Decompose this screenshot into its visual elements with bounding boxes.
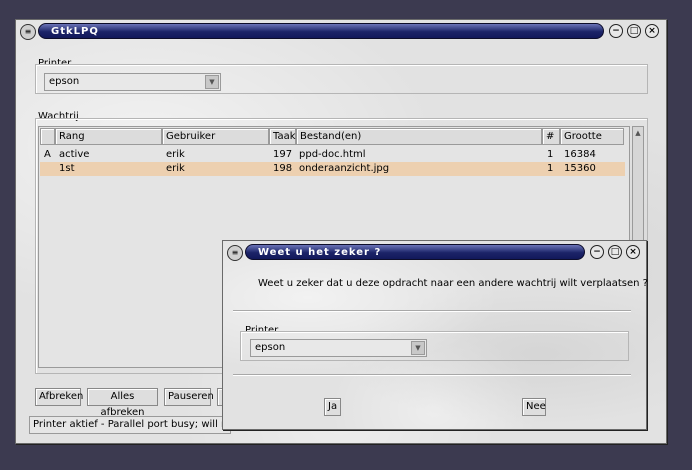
dropdown-arrow-icon[interactable]: ▼	[205, 75, 219, 89]
window-menu-icon[interactable]: ≡	[20, 24, 36, 40]
printer-select[interactable]: epson ▼	[44, 73, 221, 91]
dialog-titlebar[interactable]: ≡ Weet u het zeker ? − □ ×	[223, 241, 646, 263]
close-icon[interactable]: ×	[626, 245, 640, 259]
dialog-printer-select[interactable]: epson ▼	[250, 339, 427, 357]
cancel-job-button[interactable]: Afbreken	[35, 388, 83, 406]
minimize-icon[interactable]: −	[590, 245, 604, 259]
printer-select-value: epson	[49, 76, 80, 87]
job-user: erik	[166, 163, 185, 174]
main-titlebar[interactable]: ≡ GtkLPQ − □ ×	[16, 20, 666, 42]
maximize-icon[interactable]: □	[608, 245, 622, 259]
job-copies: 1	[547, 149, 554, 160]
dialog-title: Weet u het zeker ?	[245, 244, 585, 260]
status-bar: Printer aktief - Parallel port busy; wil…	[29, 416, 231, 434]
job-user: erik	[166, 149, 185, 160]
dialog-question: Weet u zeker dat u deze opdracht naar ee…	[258, 278, 648, 289]
confirm-dialog: ≡ Weet u het zeker ? − □ × Weet u zeker …	[222, 240, 648, 430]
scroll-up-icon[interactable]: ▲	[633, 127, 643, 139]
table-row-selected[interactable]: 1st erik 198 onderaanzicht.jpg 1 15360	[40, 162, 625, 176]
yes-button[interactable]: Ja	[324, 398, 341, 416]
dialog-separator	[233, 310, 631, 312]
column-header-rank[interactable]: Rang	[55, 128, 162, 145]
column-header-job[interactable]: Taak	[269, 128, 296, 145]
cancel-all-button[interactable]: Alles afbreken	[87, 388, 158, 418]
table-row[interactable]: A active erik 197 ppd-doc.html 1 16384	[40, 148, 625, 162]
job-id: 197	[273, 149, 293, 160]
job-file: onderaanzicht.jpg	[299, 163, 390, 174]
job-rank: active	[59, 149, 90, 160]
close-icon[interactable]: ×	[645, 24, 659, 38]
job-size: 15360	[564, 163, 596, 174]
column-header-copies[interactable]: #	[542, 128, 560, 145]
column-header-user[interactable]: Gebruiker	[162, 128, 269, 145]
window-menu-icon[interactable]: ≡	[227, 245, 243, 261]
column-header-file[interactable]: Bestand(en)	[296, 128, 542, 145]
no-button[interactable]: Nee	[522, 398, 546, 416]
job-id: 198	[273, 163, 293, 174]
dropdown-arrow-icon[interactable]: ▼	[411, 341, 425, 355]
dialog-printer-select-value: epson	[255, 342, 286, 353]
minimize-icon[interactable]: −	[609, 24, 623, 38]
job-copies: 1	[547, 163, 554, 174]
job-flag: A	[44, 149, 51, 160]
dialog-separator	[233, 374, 631, 376]
maximize-icon[interactable]: □	[627, 24, 641, 38]
job-file: ppd-doc.html	[299, 149, 366, 160]
job-rank: 1st	[59, 163, 75, 174]
window-title: GtkLPQ	[38, 23, 604, 39]
column-header-flag[interactable]	[40, 128, 55, 145]
pause-button[interactable]: Pauseren	[164, 388, 214, 406]
job-size: 16384	[564, 149, 596, 160]
column-header-size[interactable]: Grootte	[560, 128, 624, 145]
